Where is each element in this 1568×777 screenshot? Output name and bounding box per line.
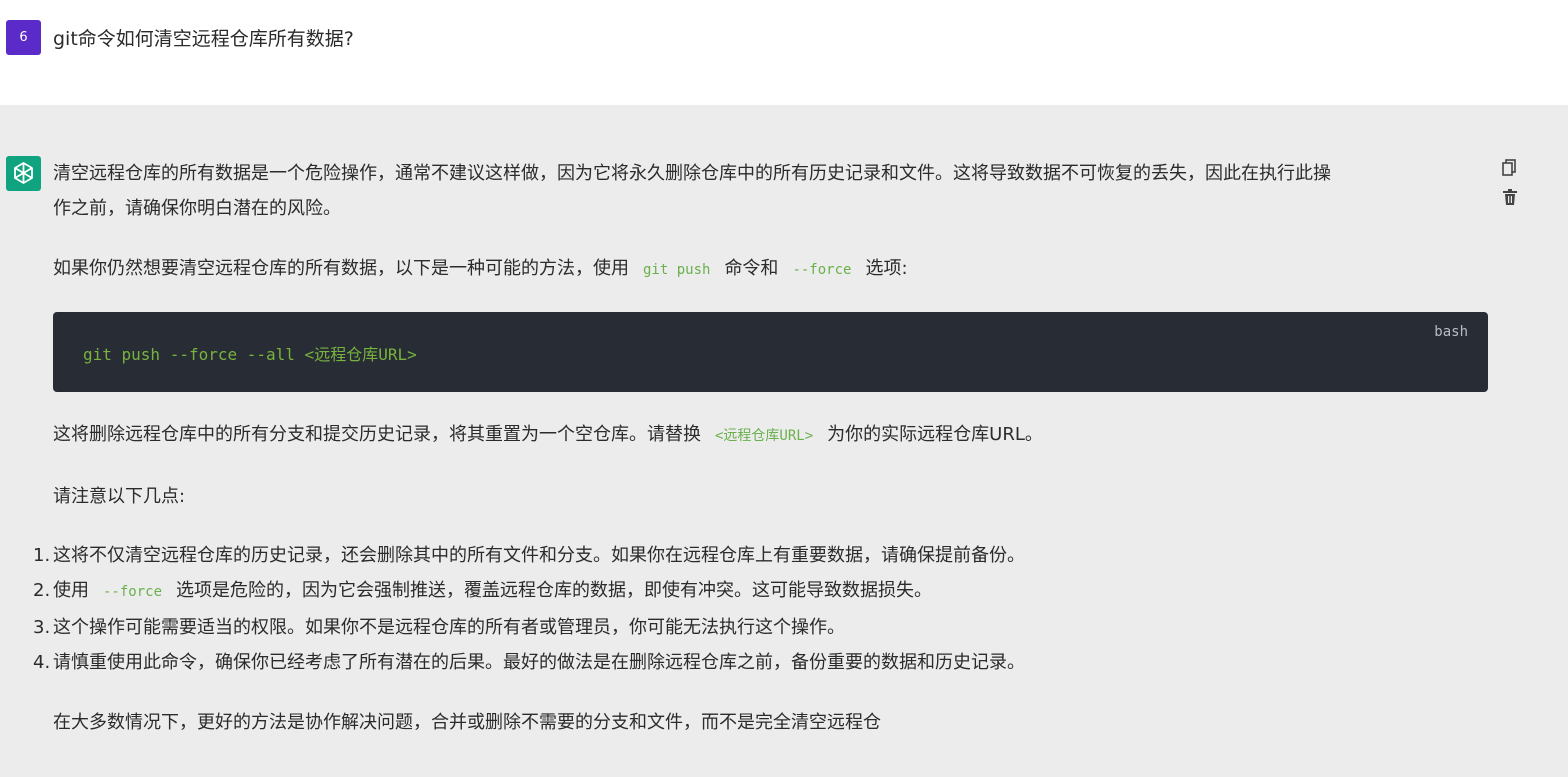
code-line[interactable]: git push --force --all <远程仓库URL> [83, 341, 417, 365]
method-paragraph: 如果你仍然想要清空远程仓库的所有数据，以下是一种可能的方法，使用 git push… [53, 251, 1489, 288]
method-text-before: 如果你仍然想要清空远程仓库的所有数据，以下是一种可能的方法，使用 [53, 258, 629, 279]
explanation-paragraph: 这将删除远程仓库中的所有分支和提交历史记录，将其重置为一个空仓库。请替换 <远程仓… [53, 417, 1489, 454]
assistant-message: 清空远程仓库的所有数据是一个危险操作，通常不建议这样做，因为它将永久删除仓库中的… [0, 105, 1568, 777]
notes-list: 1. 这将不仅清空远程仓库的历史记录，还会删除其中的所有文件和分支。如果你在远程仓… [33, 538, 1489, 680]
list-item-number: 3. [33, 617, 51, 638]
inline-code-remote-url: <远程仓库URL> [715, 428, 814, 444]
intro-line-1: 清空远程仓库的所有数据是一个危险操作，通常不建议这样做，因为它将永久删除仓库中的… [53, 163, 1331, 184]
list-item: 2. 使用 --force 选项是危险的，因为它会强制推送，覆盖远程仓库的数据，即使有… [33, 573, 1489, 610]
explanation-text-after: 为你的实际远程仓库URL。 [827, 424, 1043, 445]
inline-code-force: --force [103, 584, 163, 600]
list-item: 3. 这个操作可能需要适当的权限。如果你不是远程仓库的所有者或管理员，你可能无法执… [33, 610, 1489, 645]
list-item-number: 1. [33, 545, 51, 566]
intro-line-2: 作之前，请确保你明白潜在的风险。 [53, 198, 341, 219]
trash-icon[interactable] [1500, 187, 1520, 209]
method-text-mid: 命令和 [724, 258, 779, 279]
assistant-response-content: 清空远程仓库的所有数据是一个危险操作，通常不建议这样做，因为它将永久删除仓库中的… [33, 156, 1489, 740]
list-item-text: 这将不仅清空远程仓库的历史记录，还会删除其中的所有文件和分支。如果你在远程仓库上… [53, 545, 1025, 566]
user-question-text: git命令如何清空远程仓库所有数据? [53, 28, 354, 50]
chatgpt-logo-icon [6, 156, 41, 191]
message-index-badge: 6 [6, 20, 41, 55]
explanation-text-before: 这将删除远程仓库中的所有分支和提交历史记录，将其重置为一个空仓库。请替换 [53, 424, 701, 445]
inline-code-force: --force [792, 262, 852, 278]
method-text-after: 选项: [865, 258, 908, 279]
message-actions [1500, 157, 1520, 217]
inline-code-git-push: git push [643, 262, 711, 278]
list-item-text: 这个操作可能需要适当的权限。如果你不是远程仓库的所有者或管理员，你可能无法执行这… [53, 617, 845, 638]
list-item-number: 2. [33, 580, 51, 601]
list-item-text: 请慎重使用此命令，确保你已经考虑了所有潜在的后果。最好的做法是在删除远程仓库之前… [53, 652, 1025, 673]
code-language-label: bash [1434, 324, 1468, 340]
list-item-text-before: 使用 [53, 580, 89, 601]
notes-heading: 请注意以下几点: [53, 486, 186, 507]
intro-paragraph: 清空远程仓库的所有数据是一个危险操作，通常不建议这样做，因为它将永久删除仓库中的… [53, 156, 1489, 226]
code-block: bash git push --force --all <远程仓库URL> [53, 312, 1488, 392]
user-message: 6 git命令如何清空远程仓库所有数据? [0, 0, 1568, 105]
list-item-number: 4. [33, 652, 51, 673]
closing-paragraph: 在大多数情况下，更好的方法是协作解决问题，合并或删除不需要的分支和文件，而不是完… [53, 712, 881, 733]
list-item: 4. 请慎重使用此命令，确保你已经考虑了所有潜在的后果。最好的做法是在删除远程仓库… [33, 645, 1489, 680]
list-item: 1. 这将不仅清空远程仓库的历史记录，还会删除其中的所有文件和分支。如果你在远程仓… [33, 538, 1489, 573]
copy-icon[interactable] [1500, 157, 1520, 179]
list-item-text-after: 选项是危险的，因为它会强制推送，覆盖远程仓库的数据，即使有冲突。这可能导致数据损… [176, 580, 933, 601]
